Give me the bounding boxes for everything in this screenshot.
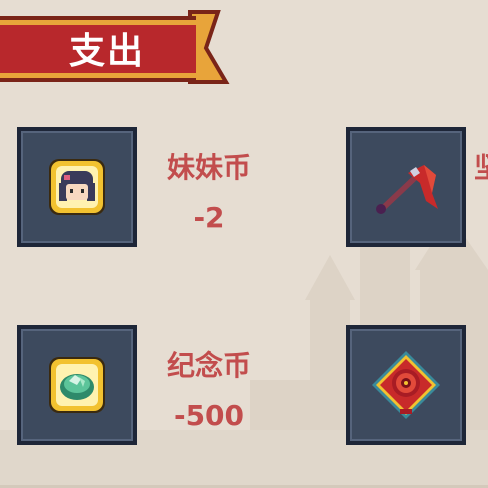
page-title: 支出 xyxy=(68,31,145,72)
red-halberd-icon xyxy=(376,165,438,214)
green-gem-coin-icon xyxy=(49,357,105,413)
girl-portrait-coin-icon xyxy=(49,159,105,215)
item-name-label-clipped: 坚 xyxy=(474,151,488,185)
item-slot-sister-coin[interactable] xyxy=(17,127,137,247)
red-ornament-diamond-icon xyxy=(372,351,440,419)
item-name-label: 纪念币 xyxy=(166,349,251,382)
item-amount-label: -500 xyxy=(173,399,245,432)
item-amount-label: -2 xyxy=(193,201,225,234)
header-banner: 支出 xyxy=(0,8,230,88)
item-slot-ornament[interactable] xyxy=(346,325,466,445)
item-slot-commemorative-coin[interactable] xyxy=(17,325,137,445)
item-name-label: 妹妹币 xyxy=(166,151,251,184)
item-slot-halberd[interactable] xyxy=(346,127,466,247)
